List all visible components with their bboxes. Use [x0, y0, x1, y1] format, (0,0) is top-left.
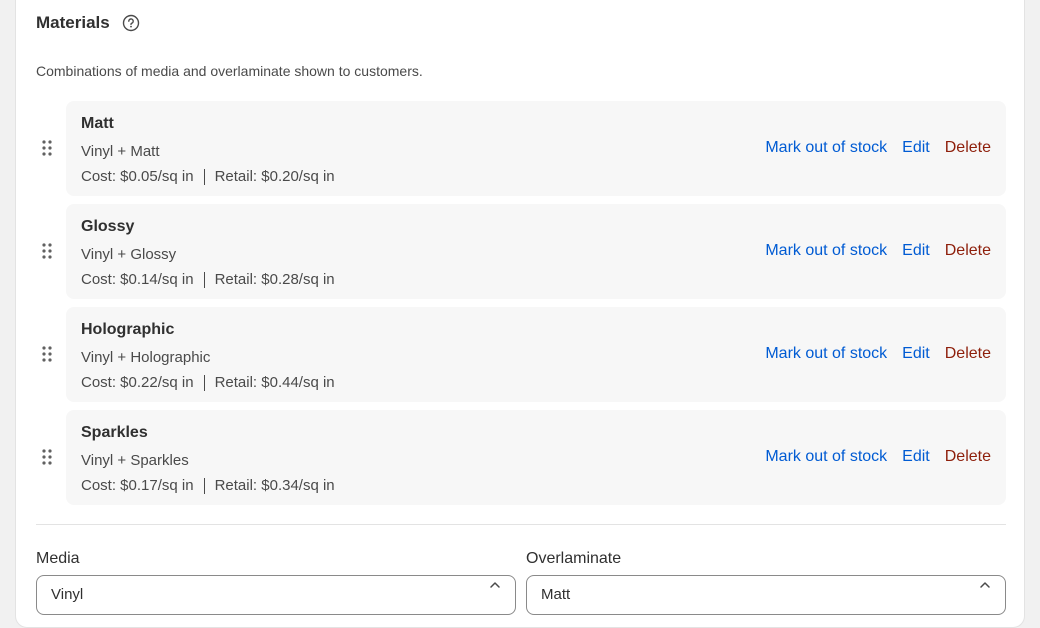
material-combination: Vinyl + Sparkles: [81, 452, 189, 469]
media-label: Media: [36, 550, 80, 567]
delete-button[interactable]: Delete: [945, 139, 991, 157]
material-combination: Vinyl + Matt: [81, 143, 160, 160]
overlaminate-select-value: Matt: [541, 586, 571, 603]
material-pricing: Cost: $0.14/sq in Retail: $0.28/sq in: [81, 271, 335, 288]
material-combination: Vinyl + Holographic: [81, 349, 211, 366]
price-separator: [203, 374, 205, 391]
row-actions: Mark out of stock Edit Delete: [765, 139, 991, 157]
material-cost: Cost: $0.17/sq in: [81, 477, 194, 494]
material-item: Sparkles Vinyl + Sparkles Cost: $0.17/sq…: [66, 410, 1006, 505]
material-cost: Cost: $0.14/sq in: [81, 271, 194, 288]
overlaminate-label: Overlaminate: [526, 550, 622, 567]
delete-button[interactable]: Delete: [945, 448, 991, 466]
chevron-up-icon: [979, 578, 991, 590]
material-row: Sparkles Vinyl + Sparkles Cost: $0.17/sq…: [16, 410, 1024, 505]
price-separator: [203, 271, 205, 288]
edit-button[interactable]: Edit: [902, 448, 930, 466]
material-retail: Retail: $0.28/sq in: [214, 271, 335, 288]
media-select[interactable]: Vinyl: [36, 575, 516, 615]
mark-out-of-stock-button[interactable]: Mark out of stock: [765, 345, 887, 363]
material-retail: Retail: $0.34/sq in: [214, 477, 335, 494]
drag-handle-icon[interactable]: [41, 242, 53, 260]
material-row: Matt Vinyl + Matt Cost: $0.05/sq in Reta…: [16, 101, 1024, 196]
material-item: Holographic Vinyl + Holographic Cost: $0…: [66, 307, 1006, 402]
price-separator: [203, 477, 205, 494]
drag-handle-icon[interactable]: [41, 448, 53, 466]
material-name: Matt: [81, 115, 114, 132]
row-actions: Mark out of stock Edit Delete: [765, 345, 991, 363]
chevron-up-icon: [489, 578, 501, 590]
material-name: Glossy: [81, 218, 135, 235]
material-pricing: Cost: $0.22/sq in Retail: $0.44/sq in: [81, 374, 335, 391]
material-row: Glossy Vinyl + Glossy Cost: $0.14/sq in …: [16, 204, 1024, 299]
price-separator: [203, 168, 205, 185]
materials-card: Materials Combinations of media and over…: [15, 0, 1025, 628]
section-title: Materials: [36, 13, 110, 32]
row-actions: Mark out of stock Edit Delete: [765, 242, 991, 260]
overlaminate-select[interactable]: Matt: [526, 575, 1006, 615]
section-divider: [36, 524, 1006, 525]
edit-button[interactable]: Edit: [902, 345, 930, 363]
material-name: Holographic: [81, 321, 175, 338]
edit-button[interactable]: Edit: [902, 139, 930, 157]
material-item: Glossy Vinyl + Glossy Cost: $0.14/sq in …: [66, 204, 1006, 299]
material-retail: Retail: $0.44/sq in: [214, 374, 335, 391]
mark-out-of-stock-button[interactable]: Mark out of stock: [765, 448, 887, 466]
mark-out-of-stock-button[interactable]: Mark out of stock: [765, 139, 887, 157]
media-select-value: Vinyl: [51, 586, 84, 603]
mark-out-of-stock-button[interactable]: Mark out of stock: [765, 242, 887, 260]
material-name: Sparkles: [81, 424, 148, 441]
row-actions: Mark out of stock Edit Delete: [765, 448, 991, 466]
delete-button[interactable]: Delete: [945, 242, 991, 260]
material-combination: Vinyl + Glossy: [81, 246, 177, 263]
materials-list: Matt Vinyl + Matt Cost: $0.05/sq in Reta…: [16, 101, 1024, 513]
drag-handle-icon[interactable]: [41, 345, 53, 363]
material-retail: Retail: $0.20/sq in: [214, 168, 335, 185]
question-circle-icon[interactable]: [122, 14, 140, 32]
drag-handle-icon[interactable]: [41, 139, 53, 157]
section-header: Materials: [36, 13, 140, 33]
section-subtitle: Combinations of media and overlaminate s…: [36, 63, 423, 79]
edit-button[interactable]: Edit: [902, 242, 930, 260]
material-pricing: Cost: $0.05/sq in Retail: $0.20/sq in: [81, 168, 335, 185]
material-row: Holographic Vinyl + Holographic Cost: $0…: [16, 307, 1024, 402]
material-cost: Cost: $0.05/sq in: [81, 168, 194, 185]
material-item: Matt Vinyl + Matt Cost: $0.05/sq in Reta…: [66, 101, 1006, 196]
material-pricing: Cost: $0.17/sq in Retail: $0.34/sq in: [81, 477, 335, 494]
delete-button[interactable]: Delete: [945, 345, 991, 363]
material-cost: Cost: $0.22/sq in: [81, 374, 194, 391]
